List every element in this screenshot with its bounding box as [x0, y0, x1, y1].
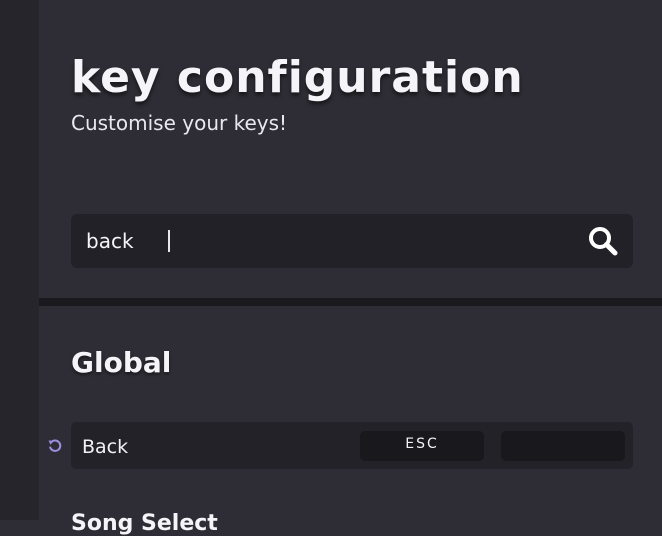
primary-key-binding-button[interactable]: ESC: [360, 431, 484, 461]
page-title: key configuration: [71, 52, 524, 103]
page-subtitle: Customise your keys!: [71, 111, 288, 135]
key-binding-label: Back: [82, 436, 129, 458]
text-caret: [168, 230, 170, 252]
section-title-global: Global: [71, 346, 172, 379]
key-binding-row-back: Back ESC: [71, 422, 633, 469]
search-input[interactable]: [86, 214, 556, 268]
secondary-key-binding-button[interactable]: [501, 431, 625, 461]
settings-panel: key configuration Customise your keys! G…: [39, 0, 662, 536]
search-icon[interactable]: [587, 225, 619, 257]
left-sidebar-strip: [0, 0, 39, 520]
section-divider: [39, 298, 662, 306]
search-box: [71, 214, 633, 268]
reset-icon[interactable]: [47, 438, 63, 454]
section-title-song-select: Song Select: [71, 511, 218, 536]
